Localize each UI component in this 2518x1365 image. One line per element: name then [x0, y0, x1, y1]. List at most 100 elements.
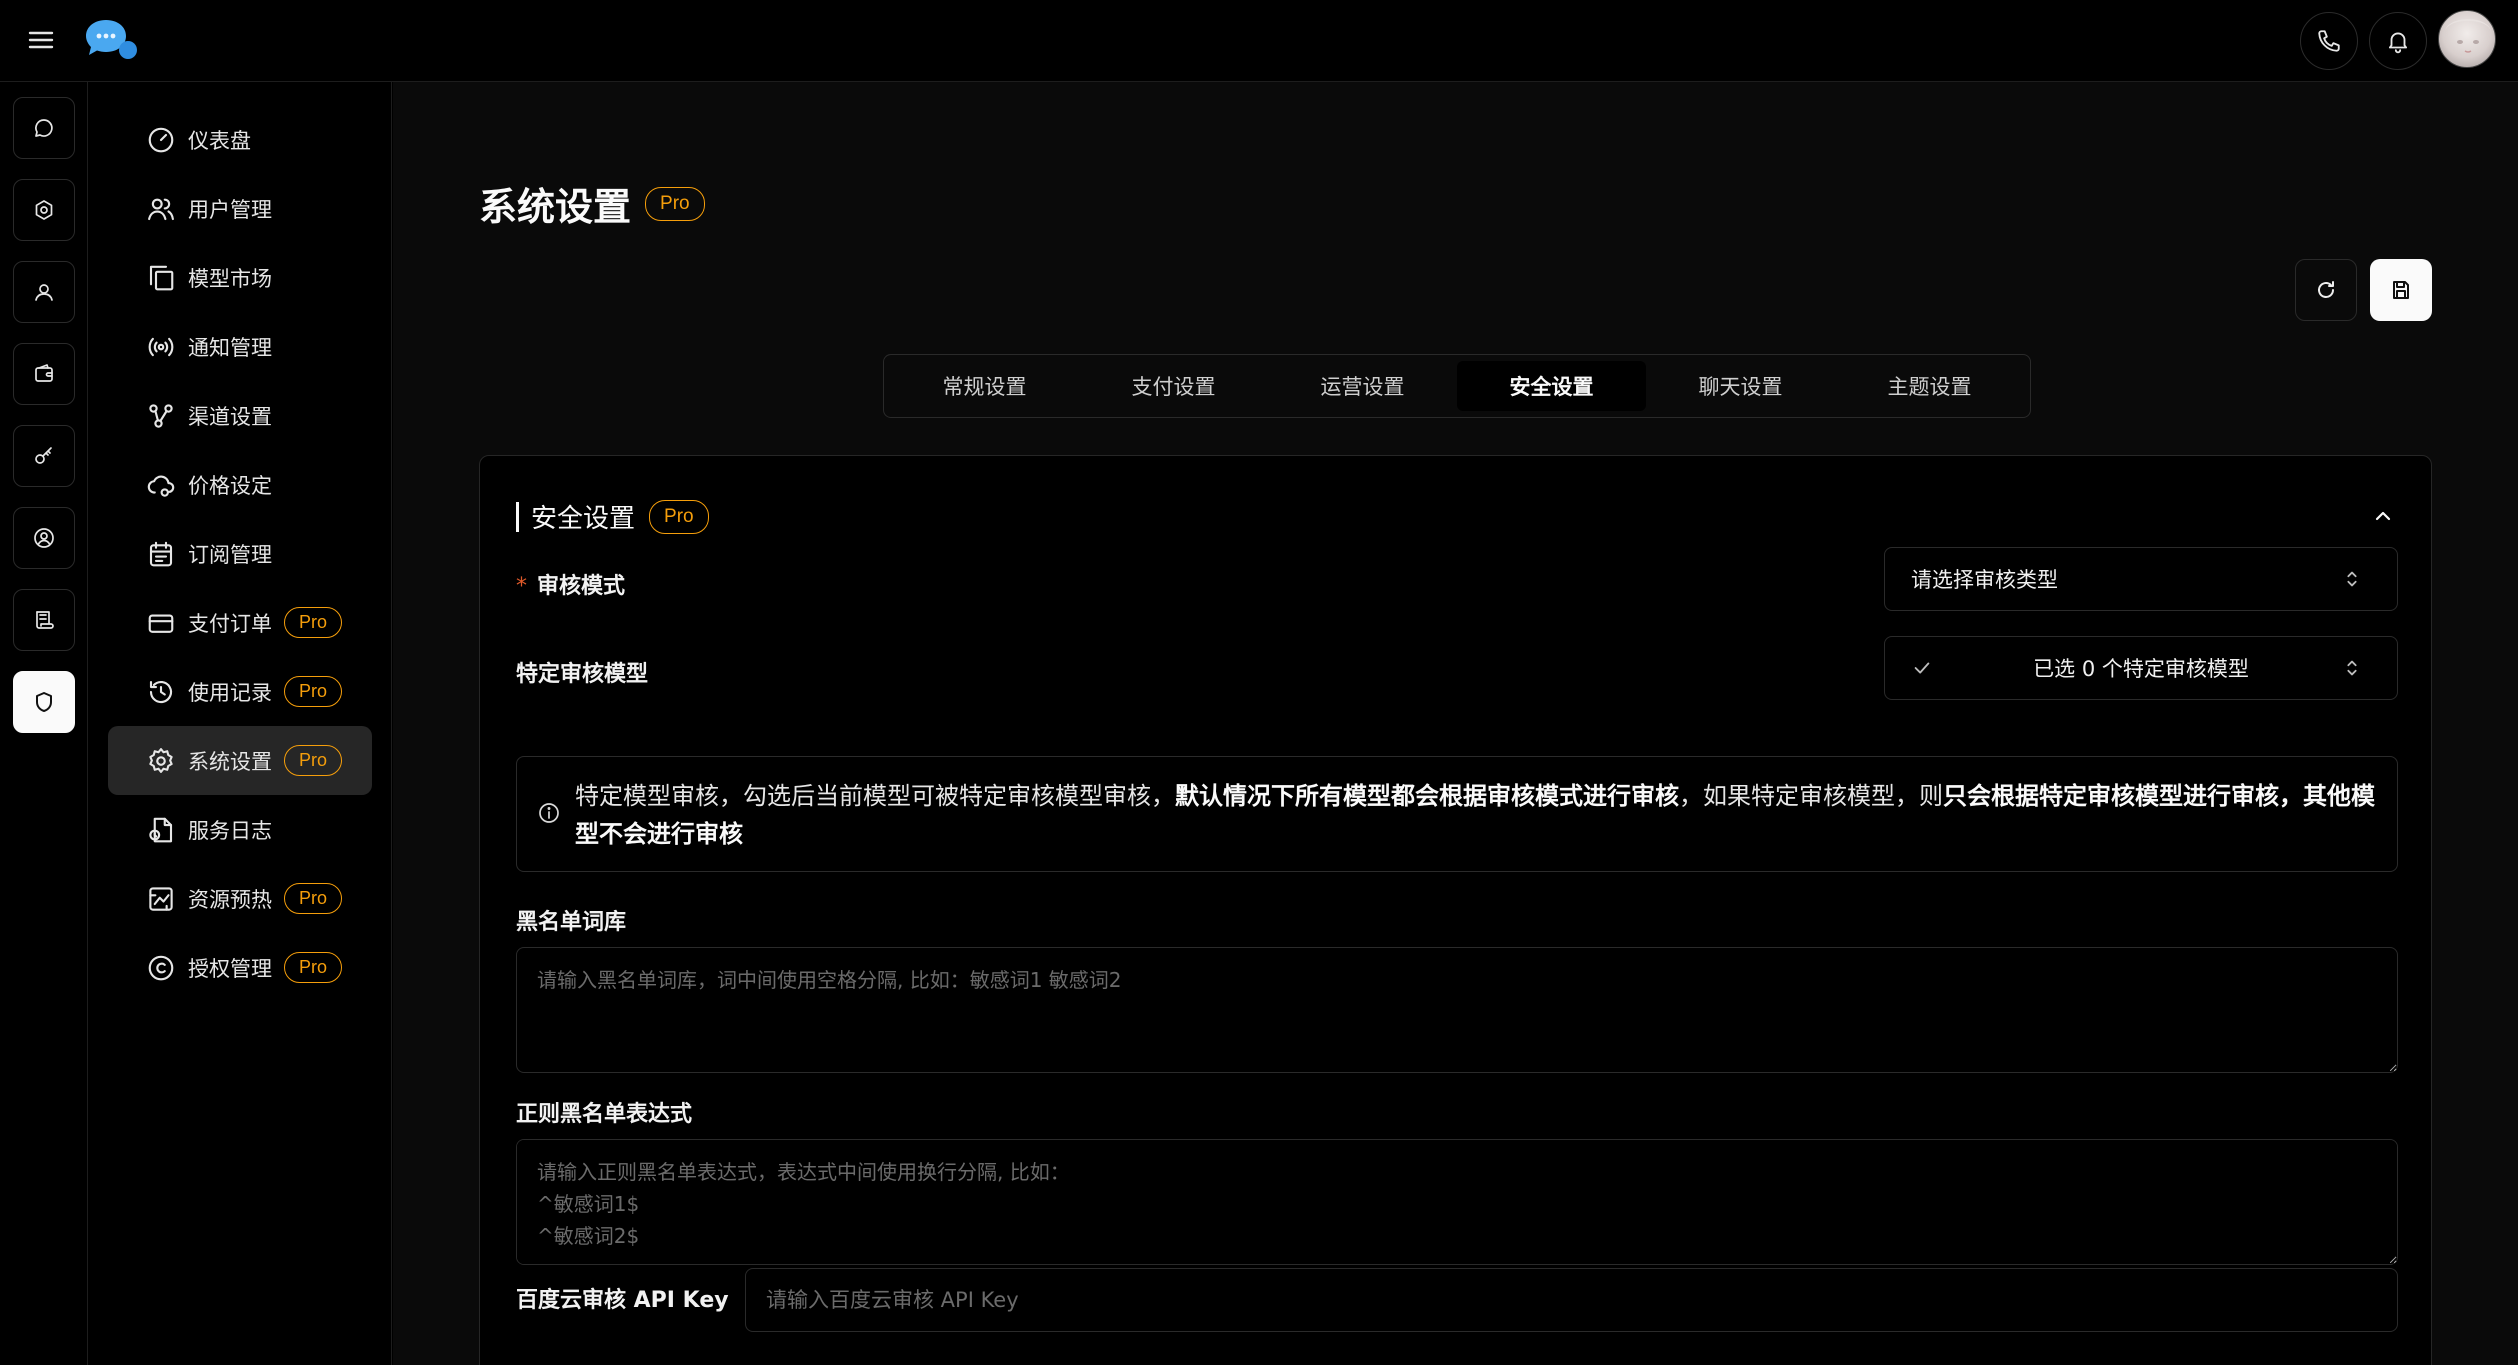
sidebar-item-label: 价格设定: [188, 473, 272, 498]
review-mode-select[interactable]: 请选择审核类型: [1884, 547, 2398, 611]
chevron-up-down-icon: [2347, 660, 2357, 676]
channel-icon: [149, 403, 173, 428]
baidu-api-key-label: 百度云审核 API Key: [516, 1288, 729, 1313]
sidebar-item-payment-orders[interactable]: 支付订单 Pro: [108, 588, 372, 657]
regex-blacklist-textarea[interactable]: [516, 1139, 2398, 1265]
history-icon: [149, 680, 173, 703]
user-avatar[interactable]: [2438, 10, 2496, 68]
pro-badge: Pro: [284, 883, 343, 914]
phone-icon[interactable]: [2300, 12, 2358, 70]
pro-badge: Pro: [284, 676, 343, 707]
notice-part-2: ，如果特定审核模型，则: [1679, 782, 1943, 810]
sidebar-item-label: 支付订单: [188, 611, 272, 636]
price-cloud-icon: [147, 475, 175, 497]
review-mode-label: * 审核模式: [516, 568, 625, 600]
credit-card-icon: [148, 613, 174, 633]
sidebar-item-label: 使用记录: [188, 680, 272, 705]
sidebar-item-license-management[interactable]: 授权管理 Pro: [108, 933, 372, 1002]
sidebar-item-users[interactable]: 用户管理: [108, 174, 372, 243]
pro-badge: Pro: [645, 186, 705, 221]
special-model-select[interactable]: 已选 0 个特定审核模型: [1884, 636, 2398, 700]
regex-blacklist-label: 正则黑名单表达式: [516, 1102, 693, 1127]
sidebar-item-channels[interactable]: 渠道设置: [108, 381, 372, 450]
settings-tabs: 常规设置 支付设置 运营设置 安全设置 聊天设置 主题设置: [883, 354, 2031, 418]
broadcast-icon: [148, 337, 174, 356]
notice-part-1: 特定模型审核，勾选后当前模型可被特定审核模型审核，: [575, 782, 1175, 810]
pro-badge: Pro: [284, 745, 343, 776]
sidebar-item-label: 系统设置: [188, 749, 272, 774]
sidebar-item-label: 服务日志: [188, 818, 272, 843]
copyright-icon: [148, 955, 174, 980]
dashboard-gauge-icon: [148, 127, 174, 152]
sidebar-item-service-logs[interactable]: 服务日志: [108, 795, 372, 864]
sidebar-item-subscriptions[interactable]: 订阅管理: [108, 519, 372, 588]
tab-operation-settings[interactable]: 运营设置: [1268, 361, 1457, 411]
rail-key-icon[interactable]: [13, 425, 75, 487]
gear-icon: [149, 747, 173, 773]
refresh-button[interactable]: [2295, 259, 2357, 321]
sidebar-item-pricing[interactable]: 价格设定: [108, 450, 372, 519]
tab-chat-settings[interactable]: 聊天设置: [1646, 361, 1835, 411]
sidebar-item-label: 仪表盘: [188, 128, 251, 153]
sidebar-item-system-settings[interactable]: 系统设置 Pro: [108, 726, 372, 795]
rail-settings-icon[interactable]: [13, 179, 75, 241]
rail-chat-icon[interactable]: [13, 97, 75, 159]
section-accent-bar: [516, 501, 519, 532]
review-mode-label-text: 审核模式: [537, 574, 626, 599]
chat-bubble-logo-icon[interactable]: [84, 18, 140, 62]
info-icon: [539, 803, 559, 823]
pro-badge: Pro: [649, 499, 709, 534]
rail-wallet-icon[interactable]: [13, 343, 75, 405]
tab-payment-settings[interactable]: 支付设置: [1079, 361, 1268, 411]
required-mark: *: [516, 574, 527, 599]
sidebar-item-label: 模型市场: [188, 266, 272, 291]
sidebar-item-label: 资源预热: [188, 887, 272, 912]
special-model-label: 特定审核模型: [516, 662, 649, 687]
menu-icon[interactable]: [26, 25, 56, 55]
notice-text: 特定模型审核，勾选后当前模型可被特定审核模型审核，默认情况下所有模型都会根据审核…: [575, 777, 2375, 853]
sidebar-item-dashboard[interactable]: 仪表盘: [108, 105, 372, 174]
check-icon: [1914, 662, 1930, 674]
main-content: 系统设置 Pro 常规设置 支付设置 运营设置 安全设置 聊天设置 主题设置 安…: [393, 82, 2518, 1365]
rail-account-icon[interactable]: [13, 507, 75, 569]
section-title: 安全设置: [531, 504, 636, 534]
refresh-icon: [2318, 281, 2334, 298]
tab-general-settings[interactable]: 常规设置: [890, 361, 1079, 411]
sidebar-item-label: 授权管理: [188, 956, 272, 981]
calendar-icon: [149, 541, 173, 566]
tab-security-settings[interactable]: 安全设置: [1457, 361, 1646, 411]
sidebar-item-label: 通知管理: [188, 335, 272, 360]
save-icon: [2393, 281, 2409, 299]
rail-receipt-icon[interactable]: [13, 589, 75, 651]
resource-icon: [149, 886, 173, 911]
pro-badge: Pro: [284, 607, 343, 638]
notice-bold-1: 默认情况下所有模型都会根据审核模式进行审核: [1175, 782, 1679, 810]
chevron-up-icon[interactable]: [2371, 504, 2395, 528]
rail-shield-icon[interactable]: [13, 671, 75, 733]
tab-theme-settings[interactable]: 主题设置: [1835, 361, 2024, 411]
sidebar-item-label: 用户管理: [188, 197, 272, 222]
review-mode-select-value: 请选择审核类型: [1911, 568, 2058, 592]
save-button[interactable]: [2370, 259, 2432, 321]
baidu-api-key-input[interactable]: [745, 1268, 2398, 1332]
special-model-select-value: 已选 0 个特定审核模型: [2033, 657, 2249, 681]
icon-rail: [0, 82, 88, 1365]
blacklist-label: 黑名单词库: [516, 910, 627, 935]
sidebar-item-resource-preheat[interactable]: 资源预热 Pro: [108, 864, 372, 933]
sidebar-item-notifications[interactable]: 通知管理: [108, 312, 372, 381]
bell-icon[interactable]: [2369, 12, 2427, 70]
sidebar-item-model-market[interactable]: 模型市场: [108, 243, 372, 312]
page-title: 系统设置: [479, 185, 632, 229]
security-settings-card: 安全设置 Pro * 审核模式 请选择审核类型 特定审核模型 已选 0 个特定审核…: [479, 455, 2432, 1365]
section-header: 安全设置 Pro: [516, 498, 709, 535]
chevron-up-down-icon: [2347, 571, 2357, 587]
sidebar-item-label: 订阅管理: [188, 542, 272, 567]
blacklist-textarea[interactable]: [516, 947, 2398, 1073]
log-file-icon: [149, 817, 173, 842]
special-model-notice: 特定模型审核，勾选后当前模型可被特定审核模型审核，默认情况下所有模型都会根据审核…: [516, 756, 2398, 872]
sidebar: 仪表盘 用户管理 模型市场 通知管理 渠道设置 价格设定 订阅管理 支付订单 P…: [88, 82, 392, 1365]
rail-user-icon[interactable]: [13, 261, 75, 323]
users-icon: [148, 198, 174, 220]
sidebar-item-usage-records[interactable]: 使用记录 Pro: [108, 657, 372, 726]
sidebar-item-label: 渠道设置: [188, 404, 272, 429]
